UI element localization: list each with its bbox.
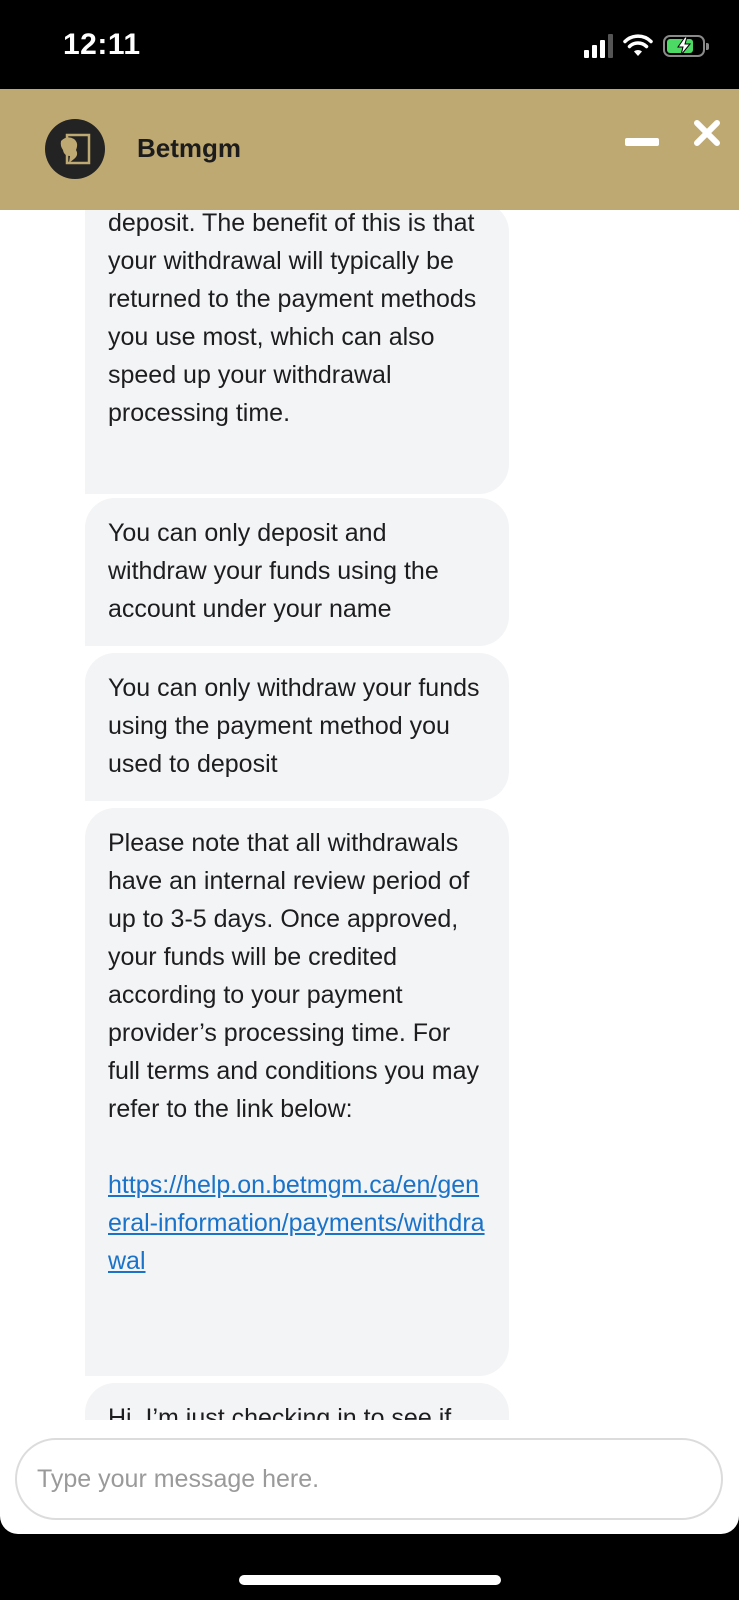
home-indicator[interactable] xyxy=(239,1575,501,1585)
chat-header: Betmgm xyxy=(0,89,739,210)
status-icons xyxy=(584,30,709,62)
message-text: Please note that all withdrawals have an… xyxy=(108,829,480,1123)
chat-title: Betmgm xyxy=(137,133,242,163)
lion-logo-icon xyxy=(60,133,91,165)
battery-charging-icon xyxy=(663,35,709,57)
message-text: You can only withdraw your funds using t… xyxy=(108,674,480,778)
composer xyxy=(0,1420,739,1534)
status-time: 12:11 xyxy=(63,28,141,61)
message-list[interactable]: deposit. The benefit of this is that you… xyxy=(0,210,739,1420)
message-text: deposit. The benefit of this is that you… xyxy=(108,210,477,427)
status-bar: 12:11 xyxy=(0,0,739,89)
message-text: Hi, I’m just checking in to see if xyxy=(108,1404,452,1420)
cellular-signal-icon xyxy=(584,34,613,58)
brand-avatar xyxy=(45,119,105,179)
close-button[interactable] xyxy=(691,117,723,149)
agent-message: Please note that all withdrawals have an… xyxy=(85,808,509,1376)
agent-message: You can only withdraw your funds using t… xyxy=(85,653,509,801)
agent-message: deposit. The benefit of this is that you… xyxy=(85,210,509,494)
withdrawal-help-link[interactable]: https://help.on.betmgm.ca/en/general-inf… xyxy=(108,1166,489,1280)
wifi-icon xyxy=(623,34,653,56)
agent-message: You can only deposit and withdraw your f… xyxy=(85,498,509,646)
close-icon xyxy=(694,120,720,146)
message-input[interactable] xyxy=(15,1438,723,1520)
minimize-icon xyxy=(625,138,659,146)
agent-message: Hi, I’m just checking in to see if xyxy=(85,1383,509,1420)
message-text: You can only deposit and withdraw your f… xyxy=(108,519,439,623)
minimize-button[interactable] xyxy=(625,135,659,149)
